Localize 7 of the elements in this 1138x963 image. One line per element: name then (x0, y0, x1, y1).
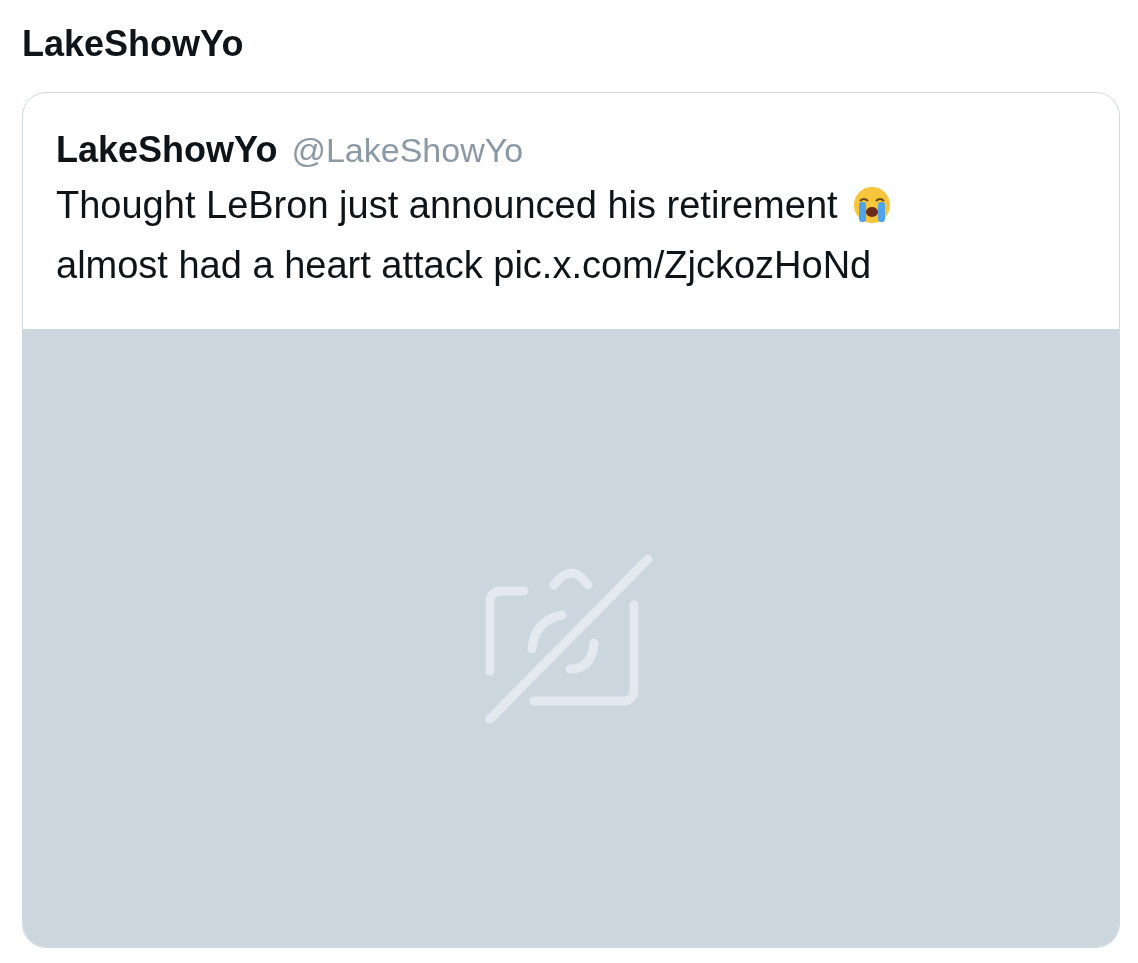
crying-face-icon (851, 185, 892, 225)
post-text: Thought LeBron just announced his retirement (56, 183, 838, 228)
author-name: LakeShowYo (56, 129, 278, 171)
author-handle: @LakeShowYo (291, 131, 524, 170)
quoted-post-card[interactable]: LakeShowYo @LakeShowYo Thought LeBron just announced his retirement almost had a heart attack pic.x.com/ZjckozHoNd (22, 92, 1120, 948)
post-title: LakeShowYo (22, 22, 245, 66)
post-text: almost had a heart attack pic.x.com/ZjckozHoNd (56, 243, 872, 288)
